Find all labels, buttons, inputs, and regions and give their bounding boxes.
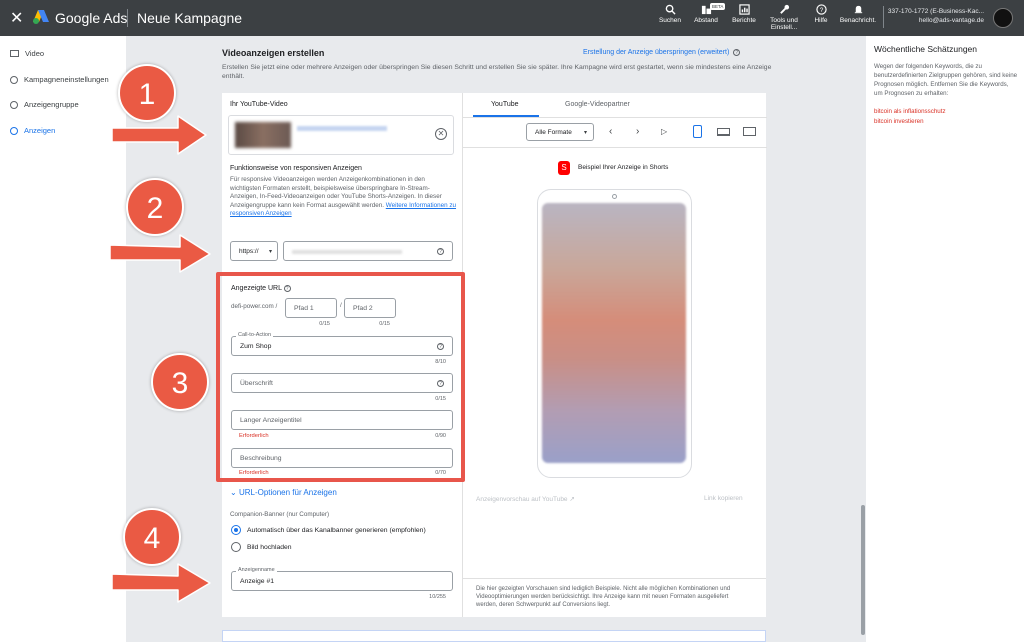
arrow-2 [109,234,211,273]
arrow-1 [111,115,207,155]
arrow-4 [111,563,211,603]
annotation-arrows [109,115,211,603]
